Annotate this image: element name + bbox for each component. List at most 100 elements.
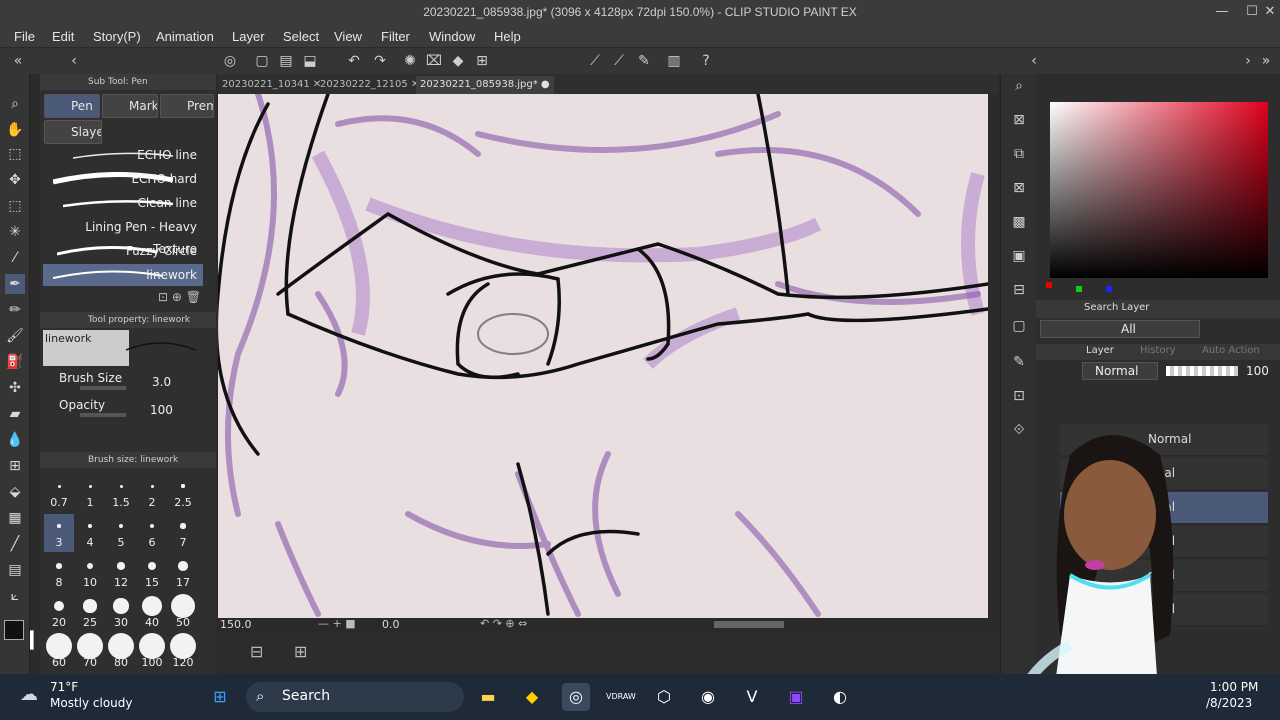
maximize-icon[interactable]: ☐ — [1242, 4, 1262, 19]
blend-mode-select[interactable]: Normal — [1082, 362, 1158, 380]
open-folder-icon[interactable]: ▤ — [276, 51, 296, 71]
redo-icon[interactable]: ↷ — [370, 51, 390, 71]
brush-size-option[interactable]: 30 — [106, 594, 136, 632]
collapse-left-icon[interactable]: « — [8, 51, 28, 71]
loading-icon[interactable]: ✺ — [400, 51, 420, 71]
vs-icon[interactable]: V — [738, 683, 766, 711]
panel-icon-7[interactable]: ✎ — [1009, 352, 1029, 372]
tab-history[interactable]: History — [1140, 345, 1176, 356]
blend-icon[interactable]: 💧 — [5, 430, 25, 450]
zoom-value[interactable]: 150.0 — [220, 618, 252, 631]
figure-icon[interactable]: ⊞ — [5, 456, 25, 476]
pen-icon[interactable]: ✒ — [5, 274, 25, 294]
ruler-icon[interactable]: ⟀ — [5, 586, 25, 606]
color-picker[interactable] — [1050, 102, 1268, 278]
app-circle-icon[interactable]: ◉ — [694, 683, 722, 711]
tab-auto-action[interactable]: Auto Action — [1202, 345, 1260, 356]
arrow-left-icon[interactable]: ‹ — [64, 51, 84, 71]
menu-filter[interactable]: Filter — [381, 29, 410, 44]
tab-premium[interactable]: Prem — [160, 94, 214, 118]
color-red-icon[interactable] — [1046, 282, 1052, 288]
zoom-controls-icon[interactable]: — + ■ — [318, 617, 356, 630]
unity-icon[interactable]: ⬡ — [650, 683, 678, 711]
menu-select[interactable]: Select — [283, 29, 319, 44]
brush-size-option[interactable]: 80 — [106, 633, 136, 672]
fit-icon-btn[interactable]: ⊞ — [294, 642, 307, 661]
panel-icon-3[interactable]: ▩ — [1009, 212, 1029, 232]
color-blue-icon[interactable] — [1106, 286, 1112, 292]
brush-echo-line[interactable]: ECHO line — [43, 144, 203, 166]
new-file-icon[interactable]: ▢ — [252, 51, 272, 71]
operation-icon[interactable]: ⬚ — [5, 144, 25, 164]
tablet-icon[interactable]: ▥ — [664, 51, 684, 71]
pencil-icon[interactable]: ✏ — [5, 300, 25, 320]
brush-size-option[interactable]: 4 — [75, 514, 105, 552]
menu-edit[interactable]: Edit — [52, 29, 74, 44]
clock-date[interactable]: /8/2023 — [1206, 696, 1252, 710]
brush-size-option[interactable]: 120 — [168, 633, 198, 672]
minimize-icon[interactable]: — — [1212, 4, 1232, 19]
panel-icon-4[interactable]: ▣ — [1009, 246, 1029, 266]
help-icon[interactable]: ? — [696, 51, 716, 71]
panel-icon-8[interactable]: ⊡ — [1009, 386, 1029, 406]
vdraw-icon[interactable]: VDRAW — [606, 683, 636, 711]
close-panel-icon[interactable]: ⊠ — [1009, 110, 1029, 130]
brush-size-option[interactable]: 100 — [137, 633, 167, 672]
brush-echo-hard[interactable]: ECHO hard — [43, 168, 203, 190]
brush-size-value[interactable]: 3.0 — [152, 375, 171, 389]
opacity-value[interactable]: 100 — [150, 403, 173, 417]
horizontal-scrollbar[interactable] — [714, 621, 784, 628]
obs-icon[interactable]: ◐ — [826, 683, 854, 711]
snap-special-ruler-icon[interactable]: ⟋ — [609, 51, 629, 71]
brush-size-option[interactable]: 40 — [137, 594, 167, 632]
brush-size-option[interactable]: 7 — [168, 514, 198, 552]
navigator-icon[interactable]: ⌕ — [1009, 76, 1029, 96]
drawing-canvas[interactable] — [218, 94, 988, 618]
brush-size-option[interactable]: 25 — [75, 594, 105, 632]
menu-layer[interactable]: Layer — [232, 29, 265, 44]
layer-opacity-value[interactable]: 100 — [1246, 364, 1269, 378]
line-icon[interactable]: ╱ — [5, 534, 25, 554]
brush-size-option[interactable]: 0.7 — [44, 474, 74, 512]
brush-linework[interactable]: linework — [43, 264, 203, 286]
menu-help[interactable]: Help — [494, 29, 521, 44]
brush-size-option[interactable]: 12 — [106, 554, 136, 592]
color-green-icon[interactable] — [1076, 286, 1082, 292]
app-icon[interactable]: ◆ — [518, 683, 546, 711]
preset-preview[interactable]: linework — [43, 330, 129, 366]
doc-tab-1[interactable]: 20230221_10341 ✕ — [218, 76, 325, 94]
brush-size-option[interactable]: 2.5 — [168, 474, 198, 512]
menu-view[interactable]: View — [334, 29, 362, 44]
zoom-icon[interactable]: ⌕ — [5, 94, 25, 114]
file-explorer-icon[interactable]: ▬ — [474, 683, 502, 711]
brush-size-option[interactable]: 1.5 — [106, 474, 136, 512]
menu-animation[interactable]: Animation — [156, 29, 214, 44]
brush-size-option[interactable]: 6 — [137, 514, 167, 552]
panel-icon-6[interactable]: ▢ — [1009, 316, 1029, 336]
panel-icon-2[interactable]: ⊠ — [1009, 178, 1029, 198]
eyedropper-icon[interactable]: ⁄ — [5, 248, 25, 268]
brush-clean-line[interactable]: Clean line — [43, 192, 203, 214]
angle-value[interactable]: 0.0 — [382, 618, 400, 631]
arrow-left-icon-right[interactable]: ‹ — [1024, 51, 1044, 71]
fill-icon[interactable]: ◆ — [448, 51, 468, 71]
search-layer-tab[interactable]: Search Layer — [1084, 302, 1149, 313]
clock-time[interactable]: 1:00 PM — [1210, 680, 1258, 694]
arrow-right-icon[interactable]: › — [1238, 51, 1258, 71]
brush-size-option[interactable]: 70 — [75, 633, 105, 672]
clear-icon[interactable]: ⌧ — [424, 51, 444, 71]
transform-icon[interactable]: ⊞ — [472, 51, 492, 71]
pen-pressure-icon[interactable]: ✎ — [634, 51, 654, 71]
doc-tab-2[interactable]: 20230222_12105 ✕ — [316, 76, 423, 94]
menu-file[interactable]: File — [14, 29, 35, 44]
main-color-swatch[interactable] — [4, 620, 24, 640]
undo-icon[interactable]: ↶ — [344, 51, 364, 71]
brush-size-option[interactable]: 5 — [106, 514, 136, 552]
weather-temp[interactable]: 71°F — [50, 680, 78, 694]
brush-size-slider[interactable] — [80, 386, 126, 390]
snap-ruler-icon[interactable]: ⟋ — [585, 51, 605, 71]
brush-size-option[interactable]: 3 — [44, 514, 74, 552]
frame-icon[interactable]: ▤ — [5, 560, 25, 580]
brush-size-option[interactable]: 60 — [44, 633, 74, 672]
tab-pen[interactable]: Pen — [44, 94, 100, 118]
